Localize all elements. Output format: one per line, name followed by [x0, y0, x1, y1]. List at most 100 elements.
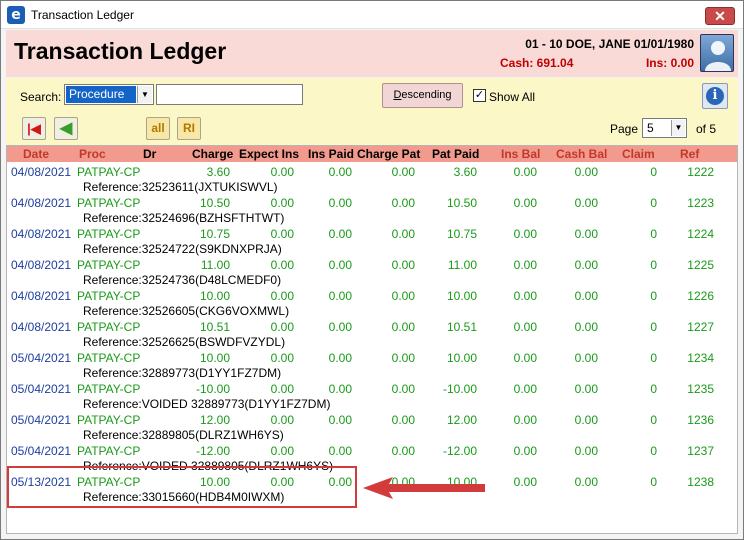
ledger-row[interactable]: 04/08/2021 PATPAY-CP 10.51 0.00 0.00 0.00 10.5… — [7, 319, 737, 350]
first-page-button[interactable]: |◀ — [22, 117, 46, 140]
cell-claim: 0 — [650, 227, 657, 241]
close-button[interactable]: ✕ — [705, 7, 735, 25]
cell-ins-paid: 0.00 — [328, 165, 352, 179]
patient-avatar-button[interactable] — [700, 34, 734, 72]
cell-expect-ins: 0.00 — [270, 444, 294, 458]
cell-charge-pat: 0.00 — [391, 382, 415, 396]
col-expect-ins[interactable]: Expect Ins — [239, 147, 299, 161]
cell-expect-ins: 0.00 — [270, 351, 294, 365]
cell-proc: PATPAY-CP — [77, 165, 141, 179]
transaction-ledger-window: e Transaction Ledger ✕ Transaction Ledge… — [0, 0, 744, 540]
ledger-row[interactable]: 05/04/2021 PATPAY-CP -10.00 0.00 0.00 0.00 -10… — [7, 381, 737, 412]
reference-line: Reference:32526625(BSWDFVZYDL) — [83, 335, 286, 349]
cell-pat-paid: -10.00 — [442, 382, 477, 396]
col-cash-bal[interactable]: Cash Bal — [556, 147, 607, 161]
cell-expect-ins: 0.00 — [270, 320, 294, 334]
cell-charge: 10.51 — [199, 320, 230, 334]
cell-proc: PATPAY-CP — [77, 258, 141, 272]
all-button[interactable]: all — [146, 117, 170, 140]
cell-ref: 1224 — [687, 227, 714, 241]
cell-charge-pat: 0.00 — [391, 351, 415, 365]
cell-expect-ins: 0.00 — [270, 382, 294, 396]
cell-cash-bal: 0.00 — [574, 413, 598, 427]
cell-charge: 10.75 — [199, 227, 230, 241]
cell-cash-bal: 0.00 — [574, 227, 598, 241]
sort-order-button[interactable]: Descending — [382, 83, 463, 108]
cell-date: 05/04/2021 — [11, 382, 72, 396]
cell-ref: 1234 — [687, 351, 714, 365]
cell-charge-pat: 0.00 — [391, 196, 415, 210]
cell-claim: 0 — [650, 289, 657, 303]
col-ins-bal[interactable]: Ins Bal — [501, 147, 540, 161]
cell-charge: 10.00 — [199, 289, 230, 303]
app-icon: e — [7, 6, 25, 24]
cell-claim: 0 — [650, 475, 657, 489]
show-all-label: Show All — [489, 90, 536, 104]
ledger-row[interactable]: 04/08/2021 PATPAY-CP 10.75 0.00 0.00 0.00 10.7… — [7, 226, 737, 257]
cell-ref: 1236 — [687, 413, 714, 427]
cell-proc: PATPAY-CP — [77, 413, 141, 427]
cell-charge: 10.50 — [199, 196, 230, 210]
cell-proc: PATPAY-CP — [77, 289, 141, 303]
cell-date: 04/08/2021 — [11, 227, 72, 241]
col-pat-paid[interactable]: Pat Paid — [432, 147, 479, 161]
cell-ref: 1237 — [687, 444, 714, 458]
cell-date: 04/08/2021 — [11, 289, 72, 303]
ledger-row[interactable]: 05/04/2021 PATPAY-CP 12.00 0.00 0.00 0.00 12.0… — [7, 412, 737, 443]
reference-line: Reference:32524722(S9KDNXPRJA) — [83, 242, 282, 256]
cell-charge-pat: 0.00 — [391, 289, 415, 303]
cell-ins-paid: 0.00 — [328, 444, 352, 458]
cell-charge-pat: 0.00 — [391, 444, 415, 458]
page-select[interactable]: 5 ▼ — [642, 118, 687, 138]
cell-claim: 0 — [650, 196, 657, 210]
window-title: Transaction Ledger — [31, 8, 134, 22]
col-ins-paid[interactable]: Ins Paid — [308, 147, 354, 161]
cell-proc: PATPAY-CP — [77, 320, 141, 334]
cell-pat-paid: 3.60 — [453, 165, 477, 179]
col-ref[interactable]: Ref — [680, 147, 699, 161]
show-all-checkbox[interactable]: ✓ — [473, 89, 486, 102]
back-arrow-button[interactable]: ◀ — [54, 117, 78, 140]
cell-date: 05/04/2021 — [11, 444, 72, 458]
ledger-row[interactable]: 04/08/2021 PATPAY-CP 10.50 0.00 0.00 0.00 10.5… — [7, 195, 737, 226]
page-label: Page — [610, 122, 639, 136]
col-charge[interactable]: Charge — [192, 147, 233, 161]
ledger-row[interactable]: 04/08/2021 PATPAY-CP 3.60 0.00 0.00 0.00 3.60 0… — [7, 164, 737, 195]
cell-charge-pat: 0.00 — [391, 227, 415, 241]
cell-expect-ins: 0.00 — [270, 165, 294, 179]
cell-expect-ins: 0.00 — [270, 196, 294, 210]
cell-ref: 1223 — [687, 196, 714, 210]
search-field-value: Procedure — [66, 86, 136, 103]
highlight-box — [7, 466, 357, 508]
col-date[interactable]: Date — [23, 147, 49, 161]
col-claim[interactable]: Claim — [622, 147, 655, 161]
search-field-select[interactable]: Procedure ▼ — [64, 84, 154, 105]
chevron-down-icon: ▼ — [671, 120, 685, 136]
cell-claim: 0 — [650, 320, 657, 334]
cell-ins-bal: 0.00 — [513, 413, 537, 427]
cell-claim: 0 — [650, 165, 657, 179]
info-button[interactable]: i — [702, 83, 728, 109]
cell-cash-bal: 0.00 — [574, 444, 598, 458]
cell-ref: 1226 — [687, 289, 714, 303]
cell-charge-pat: 0.00 — [391, 258, 415, 272]
ledger-row[interactable]: 04/08/2021 PATPAY-CP 11.00 0.00 0.00 0.00 11.0… — [7, 257, 737, 288]
col-dr[interactable]: Dr — [143, 147, 156, 161]
cell-charge: 10.00 — [199, 351, 230, 365]
page-title: Transaction Ledger — [14, 38, 227, 64]
cell-proc: PATPAY-CP — [77, 444, 141, 458]
col-proc[interactable]: Proc — [79, 147, 106, 161]
r-button[interactable]: RI — [177, 117, 201, 140]
ledger-row[interactable]: 04/08/2021 PATPAY-CP 10.00 0.00 0.00 0.00 10.0… — [7, 288, 737, 319]
reference-line: Reference:32889805(DLRZ1WH6YS) — [83, 428, 284, 442]
cell-pat-paid: -12.00 — [442, 444, 477, 458]
ledger-row[interactable]: 05/04/2021 PATPAY-CP 10.00 0.00 0.00 0.00 10.0… — [7, 350, 737, 381]
cell-pat-paid: 11.00 — [447, 258, 477, 272]
cell-charge: -12.00 — [195, 444, 230, 458]
col-charge-pat[interactable]: Charge Pat — [357, 147, 420, 161]
cell-date: 04/08/2021 — [11, 165, 72, 179]
cell-proc: PATPAY-CP — [77, 351, 141, 365]
cell-date: 04/08/2021 — [11, 196, 72, 210]
cell-ins-bal: 0.00 — [513, 289, 537, 303]
search-input[interactable] — [156, 84, 303, 105]
